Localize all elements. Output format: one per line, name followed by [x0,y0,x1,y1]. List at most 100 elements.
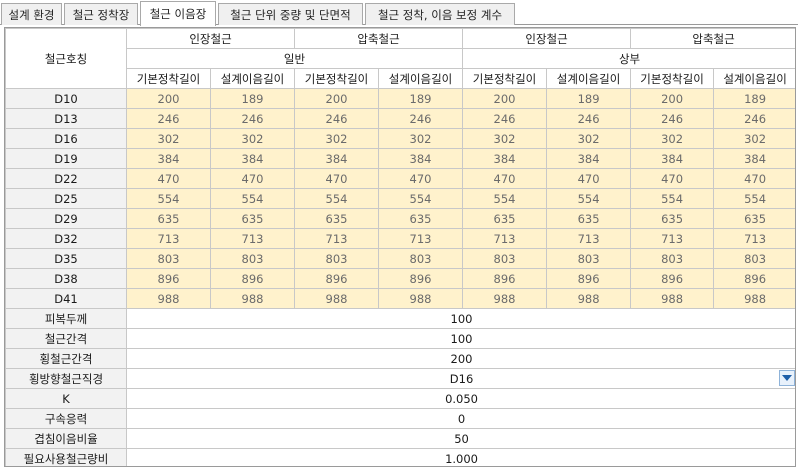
tab-design-environment[interactable]: 설계 환경 [1,3,62,25]
length-cell[interactable]: 470 [378,168,464,189]
length-cell[interactable]: 988 [546,288,632,309]
length-cell[interactable]: 713 [462,228,548,249]
length-cell[interactable]: 384 [209,148,296,169]
length-cell[interactable]: 554 [209,188,296,209]
length-cell[interactable]: 896 [546,268,632,289]
length-cell[interactable]: 246 [209,108,296,129]
length-cell[interactable]: 803 [713,248,795,269]
length-cell[interactable]: 713 [378,228,464,249]
length-cell[interactable]: 896 [630,268,715,289]
tab-rebar-splice[interactable]: 철근 이음장 [140,1,216,26]
length-cell[interactable]: 635 [462,208,548,229]
length-cell[interactable]: 470 [294,168,380,189]
length-cell[interactable]: 988 [378,288,464,309]
length-cell[interactable]: 200 [462,88,548,109]
length-cell[interactable]: 246 [462,108,548,129]
parameter-value[interactable]: 100 [125,308,795,329]
parameter-value[interactable]: 1.000 [125,448,795,466]
length-cell[interactable]: 988 [630,288,715,309]
length-cell[interactable]: 635 [294,208,380,229]
length-cell[interactable]: 635 [713,208,795,229]
length-cell[interactable]: 189 [546,88,632,109]
length-cell[interactable]: 988 [713,288,795,309]
length-cell[interactable]: 554 [546,188,632,209]
length-cell[interactable]: 470 [630,168,715,189]
length-cell[interactable]: 554 [126,188,211,209]
length-cell[interactable]: 200 [630,88,715,109]
length-cell[interactable]: 302 [209,128,296,149]
length-cell[interactable]: 896 [209,268,296,289]
tab-anchorage-splice-correction[interactable]: 철근 정착, 이음 보정 계수 [365,3,515,25]
length-cell[interactable]: 803 [378,248,464,269]
tab-rebar-unit-weight-area[interactable]: 철근 단위 중량 및 단면적 [218,3,363,25]
parameter-value[interactable]: 0 [125,408,795,429]
length-cell[interactable]: 200 [294,88,380,109]
length-cell[interactable]: 988 [294,288,380,309]
length-cell[interactable]: 470 [462,168,548,189]
length-cell[interactable]: 988 [209,288,296,309]
parameter-value[interactable]: 200 [125,348,795,369]
length-cell[interactable]: 189 [378,88,464,109]
length-cell[interactable]: 200 [126,88,211,109]
length-cell[interactable]: 554 [630,188,715,209]
parameter-value[interactable]: 50 [125,428,795,449]
length-cell[interactable]: 635 [209,208,296,229]
length-cell[interactable]: 713 [713,228,795,249]
length-cell[interactable]: 384 [546,148,632,169]
length-cell[interactable]: 470 [209,168,296,189]
length-cell[interactable]: 554 [378,188,464,209]
length-cell[interactable]: 713 [126,228,211,249]
length-cell[interactable]: 635 [630,208,715,229]
length-cell[interactable]: 246 [546,108,632,129]
length-cell[interactable]: 470 [546,168,632,189]
length-cell[interactable]: 896 [126,268,211,289]
length-cell[interactable]: 713 [209,228,296,249]
length-cell[interactable]: 803 [209,248,296,269]
length-cell[interactable]: 302 [126,128,211,149]
length-cell[interactable]: 988 [126,288,211,309]
length-cell[interactable]: 246 [126,108,211,129]
length-cell[interactable]: 302 [378,128,464,149]
length-cell[interactable]: 803 [630,248,715,269]
length-cell[interactable]: 713 [630,228,715,249]
length-cell[interactable]: 896 [462,268,548,289]
tab-rebar-anchorage[interactable]: 철근 정착장 [64,3,138,25]
length-cell[interactable]: 384 [462,148,548,169]
length-cell[interactable]: 302 [294,128,380,149]
length-cell[interactable]: 635 [378,208,464,229]
length-cell[interactable]: 635 [126,208,211,229]
length-cell[interactable]: 896 [713,268,795,289]
length-cell[interactable]: 246 [713,108,795,129]
length-cell[interactable]: 803 [546,248,632,269]
length-cell[interactable]: 384 [378,148,464,169]
length-cell[interactable]: 302 [546,128,632,149]
length-cell[interactable]: 988 [462,288,548,309]
length-cell[interactable]: 803 [294,248,380,269]
length-cell[interactable]: 189 [713,88,795,109]
length-cell[interactable]: 635 [546,208,632,229]
length-cell[interactable]: 470 [126,168,211,189]
transverse-rebar-diameter-select[interactable]: D16 [125,368,795,389]
parameter-value[interactable]: 0.050 [125,388,795,409]
length-cell[interactable]: 713 [546,228,632,249]
length-cell[interactable]: 803 [126,248,211,269]
length-cell[interactable]: 470 [713,168,795,189]
length-cell[interactable]: 896 [378,268,464,289]
length-cell[interactable]: 554 [462,188,548,209]
length-cell[interactable]: 246 [378,108,464,129]
length-cell[interactable]: 554 [294,188,380,209]
length-cell[interactable]: 896 [294,268,380,289]
length-cell[interactable]: 246 [294,108,380,129]
length-cell[interactable]: 384 [126,148,211,169]
length-cell[interactable]: 384 [630,148,715,169]
length-cell[interactable]: 554 [713,188,795,209]
chevron-down-icon[interactable] [779,370,795,386]
length-cell[interactable]: 803 [462,248,548,269]
length-cell[interactable]: 189 [209,88,296,109]
parameter-value[interactable]: 100 [125,328,795,349]
length-cell[interactable]: 713 [294,228,380,249]
length-cell[interactable]: 246 [630,108,715,129]
length-cell[interactable]: 302 [630,128,715,149]
length-cell[interactable]: 302 [713,128,795,149]
length-cell[interactable]: 384 [294,148,380,169]
